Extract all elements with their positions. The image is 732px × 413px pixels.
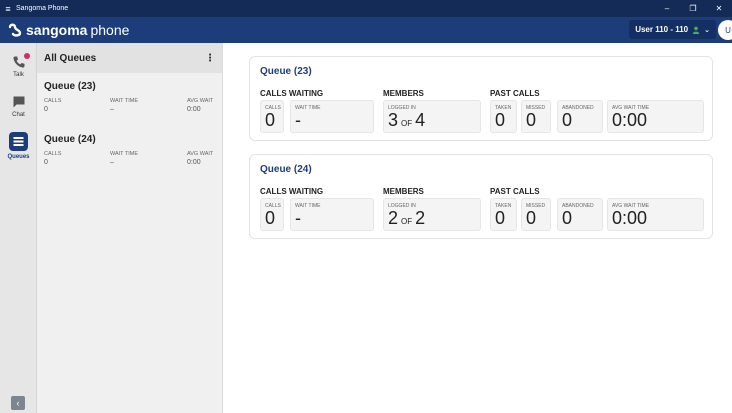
rail-label-talk: Talk: [13, 72, 24, 78]
of-label: OF: [401, 119, 413, 128]
kebab-icon[interactable]: ⋮: [205, 53, 215, 64]
calls-value: 0: [44, 159, 48, 166]
notification-dot: [24, 53, 30, 59]
user-menu-button[interactable]: User 110 - 110 ⌄: [629, 20, 716, 39]
close-icon[interactable]: ✕: [706, 4, 732, 13]
queue-card: Queue (23) CALLS WAITING CALLS 0 WAIT TI…: [249, 56, 713, 141]
calls-value: 0: [44, 106, 48, 113]
stat-value: 0:00: [612, 208, 648, 228]
brand-logo: sangoma phone: [8, 22, 129, 38]
wait-value: –: [110, 159, 114, 166]
minimize-icon[interactable]: –: [654, 4, 680, 13]
calls-waiting-wait-box: WAIT TIME -: [290, 198, 374, 231]
calls-waiting-title: CALLS WAITING: [260, 187, 324, 196]
members-title: MEMBERS: [383, 89, 424, 98]
stat-value: 0: [562, 110, 573, 130]
chat-icon: [13, 96, 24, 108]
calls-header: CALLS: [44, 98, 62, 104]
calls-waiting-wait-box: WAIT TIME -: [290, 100, 374, 133]
user-label: User 110 - 110: [635, 25, 689, 34]
avatar[interactable]: U: [718, 20, 732, 40]
presence-user-icon: [692, 26, 700, 34]
queue-list-title: All Queues: [44, 52, 97, 64]
stat-value: 3 OF 4: [388, 110, 425, 131]
member-total: 4: [415, 110, 426, 130]
wait-value: –: [110, 106, 114, 113]
calls-waiting-calls-box: CALLS 0: [260, 100, 284, 133]
queue-list-item[interactable]: Queue (24) CALLS WAIT TIME AVG WAIT 0 – …: [44, 134, 216, 166]
stat-value: 0: [265, 208, 276, 228]
members-logged-in-box: LOGGED IN 2 OF 2: [383, 198, 481, 231]
queue-list-panel: All Queues ⋮ Queue (23) CALLS WAIT TIME …: [37, 43, 223, 413]
past-calls-title: PAST CALLS: [490, 187, 540, 196]
past-abandoned-box: ABANDONED 0: [557, 198, 603, 231]
calls-waiting-title: CALLS WAITING: [260, 89, 324, 98]
member-total: 2: [415, 208, 426, 228]
chevron-left-icon[interactable]: ‹: [11, 396, 25, 410]
past-missed-box: MISSED 0: [521, 100, 551, 133]
queue-stat-values: 0 – 0:00: [44, 106, 216, 113]
calls-waiting-calls-box: CALLS 0: [260, 198, 284, 231]
rail-item-queues[interactable]: Queues: [0, 132, 37, 160]
calls-header: CALLS: [44, 151, 62, 157]
nav-rail: Talk Chat Queues ‹: [0, 43, 37, 413]
avg-wait-header: AVG WAIT: [187, 151, 214, 157]
stat-value: 0: [495, 110, 506, 130]
chevron-down-icon: ⌄: [704, 26, 710, 34]
window-titlebar: ≡ Sangoma Phone – ❐ ✕: [0, 0, 732, 17]
wait-header: WAIT TIME: [110, 151, 139, 157]
of-label: OF: [401, 217, 413, 226]
avg-wait-value: 0:00: [187, 159, 201, 166]
stat-value: 0: [526, 110, 537, 130]
brand-name: sangoma: [26, 22, 88, 38]
past-calls-title: PAST CALLS: [490, 89, 540, 98]
queue-stat-headers: CALLS WAIT TIME AVG WAIT: [44, 98, 216, 104]
members-logged-in-box: LOGGED IN 3 OF 4: [383, 100, 481, 133]
queue-list-header: All Queues ⋮: [37, 43, 222, 73]
queues-icon: [9, 132, 28, 151]
stat-value: 0:00: [612, 110, 648, 130]
restore-icon[interactable]: ❐: [680, 4, 706, 13]
rail-label-chat: Chat: [12, 112, 25, 118]
avg-wait-header: AVG WAIT: [187, 98, 214, 104]
queue-stat-values: 0 – 0:00: [44, 159, 216, 166]
window-title: Sangoma Phone: [16, 5, 69, 12]
queue-stat-headers: CALLS WAIT TIME AVG WAIT: [44, 151, 216, 157]
queue-card-title: Queue (24): [260, 164, 312, 175]
stat-value: 0: [495, 208, 506, 228]
queue-card: Queue (24) CALLS WAITING CALLS 0 WAIT TI…: [249, 154, 713, 239]
stat-value: 0: [562, 208, 573, 228]
past-avg-wait-box: AVG WAIT TIME 0:00: [607, 100, 704, 133]
stat-value: -: [295, 110, 301, 130]
stat-value: 2 OF 2: [388, 208, 425, 229]
past-abandoned-box: ABANDONED 0: [557, 100, 603, 133]
queue-card-title: Queue (23): [260, 66, 312, 77]
rail-label-queues: Queues: [7, 154, 30, 160]
past-missed-box: MISSED 0: [521, 198, 551, 231]
queue-name: Queue (24): [44, 134, 96, 145]
past-taken-box: TAKEN 0: [490, 198, 517, 231]
brand-product: phone: [90, 22, 130, 38]
app-header: sangoma phone User 110 - 110 ⌄ U: [0, 17, 732, 43]
members-title: MEMBERS: [383, 187, 424, 196]
stat-value: 0: [265, 110, 276, 130]
queue-dashboard: Queue (23) CALLS WAITING CALLS 0 WAIT TI…: [223, 43, 732, 413]
logged-in-count: 2: [388, 208, 399, 228]
stat-value: -: [295, 208, 301, 228]
logged-in-count: 3: [388, 110, 399, 130]
avg-wait-value: 0:00: [187, 106, 201, 113]
wait-header: WAIT TIME: [110, 98, 139, 104]
past-taken-box: TAKEN 0: [490, 100, 517, 133]
past-avg-wait-box: AVG WAIT TIME 0:00: [607, 198, 704, 231]
rail-item-talk[interactable]: Talk: [0, 53, 37, 78]
queue-list-item[interactable]: Queue (23) CALLS WAIT TIME AVG WAIT 0 – …: [44, 81, 216, 113]
sangoma-logo-icon: [8, 23, 22, 37]
hamburger-icon[interactable]: ≡: [0, 4, 16, 14]
queue-name: Queue (23): [44, 81, 96, 92]
stat-value: 0: [526, 208, 537, 228]
rail-item-chat[interactable]: Chat: [0, 95, 37, 118]
